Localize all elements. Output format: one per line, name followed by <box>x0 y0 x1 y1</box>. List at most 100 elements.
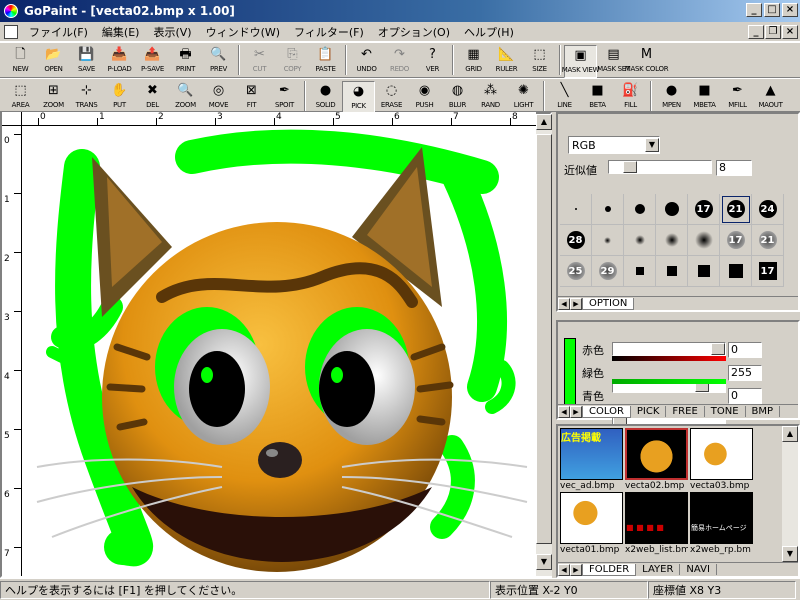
maximize-button[interactable]: □ <box>764 3 780 17</box>
p-load-button[interactable]: 📥 P-LOAD <box>103 45 136 78</box>
zoom-button[interactable]: ⊞ ZOOM <box>37 81 70 114</box>
rand-button[interactable]: ⁂ RAND <box>474 81 507 114</box>
tab-scroll-left-button[interactable]: ◀ <box>558 563 570 576</box>
scroll-up-button[interactable]: ▲ <box>536 114 552 130</box>
file-thumbnail[interactable]: 簡易ホームページ x2web_rp.bm <box>690 492 753 556</box>
mask-set-button[interactable]: ▤ MASK SET <box>597 45 630 78</box>
threshold-slider-thumb[interactable] <box>623 161 637 173</box>
move-button[interactable]: ◎ MOVE <box>202 81 235 114</box>
beta-button[interactable]: ■ BETA <box>581 81 614 114</box>
brush-preset[interactable]: 25 <box>560 256 592 287</box>
doc-minimize-button[interactable]: _ <box>748 25 764 39</box>
fill-button[interactable]: ⛽ FILL <box>614 81 647 114</box>
menu-item-1[interactable]: 編集(E) <box>95 22 147 42</box>
brush-preset[interactable]: 21 <box>752 225 784 256</box>
solid-button[interactable]: ● SOLID <box>309 81 342 114</box>
tab-scroll-right-button[interactable]: ▶ <box>570 405 582 418</box>
mpen-button[interactable]: ● MPEN <box>655 81 688 114</box>
brush-preset[interactable] <box>560 194 592 225</box>
open-button[interactable]: 📂 OPEN <box>37 45 70 78</box>
menu-item-4[interactable]: フィルター(F) <box>287 22 371 42</box>
brush-preset[interactable] <box>688 225 720 256</box>
tab-bmp[interactable]: BMP <box>746 406 781 417</box>
file-scroll-up-button[interactable]: ▲ <box>782 426 798 442</box>
chevron-down-icon[interactable]: ▼ <box>645 138 659 152</box>
tab-scroll-left-button[interactable]: ◀ <box>558 297 570 310</box>
tab-navi[interactable]: NAVI <box>680 564 717 575</box>
current-color-swatch[interactable] <box>564 338 576 408</box>
doc-restore-button[interactable]: ❐ <box>765 25 781 39</box>
mfill-button[interactable]: ✒ MFILL <box>721 81 754 114</box>
brush-preset[interactable]: 24 <box>752 194 784 225</box>
file-thumbnail[interactable]: vecta01.bmp <box>560 492 623 556</box>
cut-button[interactable]: ✂ CUT <box>243 45 276 78</box>
menu-item-6[interactable]: ヘルプ(H) <box>457 22 521 42</box>
put-button[interactable]: ✋ PUT <box>103 81 136 114</box>
document-icon[interactable] <box>4 24 18 39</box>
redo-button[interactable]: ↷ REDO <box>383 45 416 78</box>
ver-button[interactable]: ? VER <box>416 45 449 78</box>
image-canvas[interactable] <box>22 127 536 576</box>
new-button[interactable]: 🗋 NEW <box>4 45 37 78</box>
scroll-thumb[interactable] <box>536 134 552 544</box>
trans-button[interactable]: ⊹ TRANS <box>70 81 103 114</box>
paste-button[interactable]: 📋 PASTE <box>309 45 342 78</box>
tab-scroll-right-button[interactable]: ▶ <box>570 297 582 310</box>
file-thumbnail[interactable]: vecta03.bmp <box>690 428 753 492</box>
brush-preset[interactable] <box>720 256 752 287</box>
menu-item-0[interactable]: ファイル(F) <box>22 22 95 42</box>
fit-button[interactable]: ⊠ FIT <box>235 81 268 114</box>
menu-item-2[interactable]: 表示(V) <box>146 22 198 42</box>
p-save-button[interactable]: 📤 P-SAVE <box>136 45 169 78</box>
blue-value[interactable]: 0 <box>728 388 762 404</box>
del-button[interactable]: ✖ DEL <box>136 81 169 114</box>
brush-preset[interactable] <box>656 225 688 256</box>
tab-folder[interactable]: FOLDER <box>582 563 637 576</box>
threshold-value[interactable]: 8 <box>716 160 752 176</box>
mbeta-button[interactable]: ■ MBETA <box>688 81 721 114</box>
file-thumbnail[interactable]: ■ ■ ■ ■ x2web_list.bm <box>625 492 688 556</box>
brush-preset[interactable]: 28 <box>560 225 592 256</box>
light-button[interactable]: ✺ LIGHT <box>507 81 540 114</box>
line-button[interactable]: ╲ LINE <box>548 81 581 114</box>
copy-button[interactable]: ⎘ COPY <box>276 45 309 78</box>
brush-preset[interactable]: 21 <box>720 194 752 225</box>
push-button[interactable]: ◉ PUSH <box>408 81 441 114</box>
maout-button[interactable]: ▲ MAOUT <box>754 81 787 114</box>
brush-preset[interactable] <box>624 225 656 256</box>
save-button[interactable]: 💾 SAVE <box>70 45 103 78</box>
brush-preset[interactable] <box>688 256 720 287</box>
file-thumbnail[interactable]: vecta02.bmp <box>625 428 688 492</box>
brush-preset[interactable] <box>592 225 624 256</box>
threshold-slider[interactable] <box>608 160 712 174</box>
tab-color[interactable]: COLOR <box>582 405 631 418</box>
mask-view-button[interactable]: ▣ MASK VIEW <box>562 45 600 78</box>
tab-scroll-left-button[interactable]: ◀ <box>558 405 570 418</box>
tab-pick[interactable]: PICK <box>631 406 667 417</box>
spoit-button[interactable]: ✒ SPOIT <box>268 81 301 114</box>
ruler-button[interactable]: 📐 RULER <box>490 45 523 78</box>
zoom-button[interactable]: 🔍 ZOOM <box>169 81 202 114</box>
brush-preset[interactable] <box>656 194 688 225</box>
file-vscroll[interactable]: ▲ ▼ <box>782 426 798 562</box>
brush-preset[interactable]: 17 <box>720 225 752 256</box>
grid-button[interactable]: ▦ GRID <box>457 45 490 78</box>
menu-item-3[interactable]: ウィンドウ(W) <box>199 22 287 42</box>
file-scroll-down-button[interactable]: ▼ <box>782 546 798 562</box>
brush-preset[interactable] <box>624 194 656 225</box>
close-button[interactable]: × <box>782 3 798 17</box>
brush-preset[interactable]: 29 <box>592 256 624 287</box>
pick-button[interactable]: ◕ PICK <box>342 81 375 114</box>
print-button[interactable]: 🖶 PRINT <box>169 45 202 78</box>
tab-tone[interactable]: TONE <box>705 406 746 417</box>
doc-close-button[interactable]: × <box>782 25 798 39</box>
canvas-vscroll[interactable]: ▲ ▼ <box>536 114 552 576</box>
app-icon[interactable] <box>4 4 18 18</box>
tab-option[interactable]: OPTION <box>582 297 635 310</box>
area-button[interactable]: ⬚ AREA <box>4 81 37 114</box>
mask-color-button[interactable]: M MASK COLOR <box>625 45 669 78</box>
brush-preset[interactable]: 17 <box>752 256 784 287</box>
brush-preset[interactable] <box>592 194 624 225</box>
red-value[interactable]: 0 <box>728 342 762 358</box>
erase-button[interactable]: ◌ ERASE <box>375 81 408 114</box>
